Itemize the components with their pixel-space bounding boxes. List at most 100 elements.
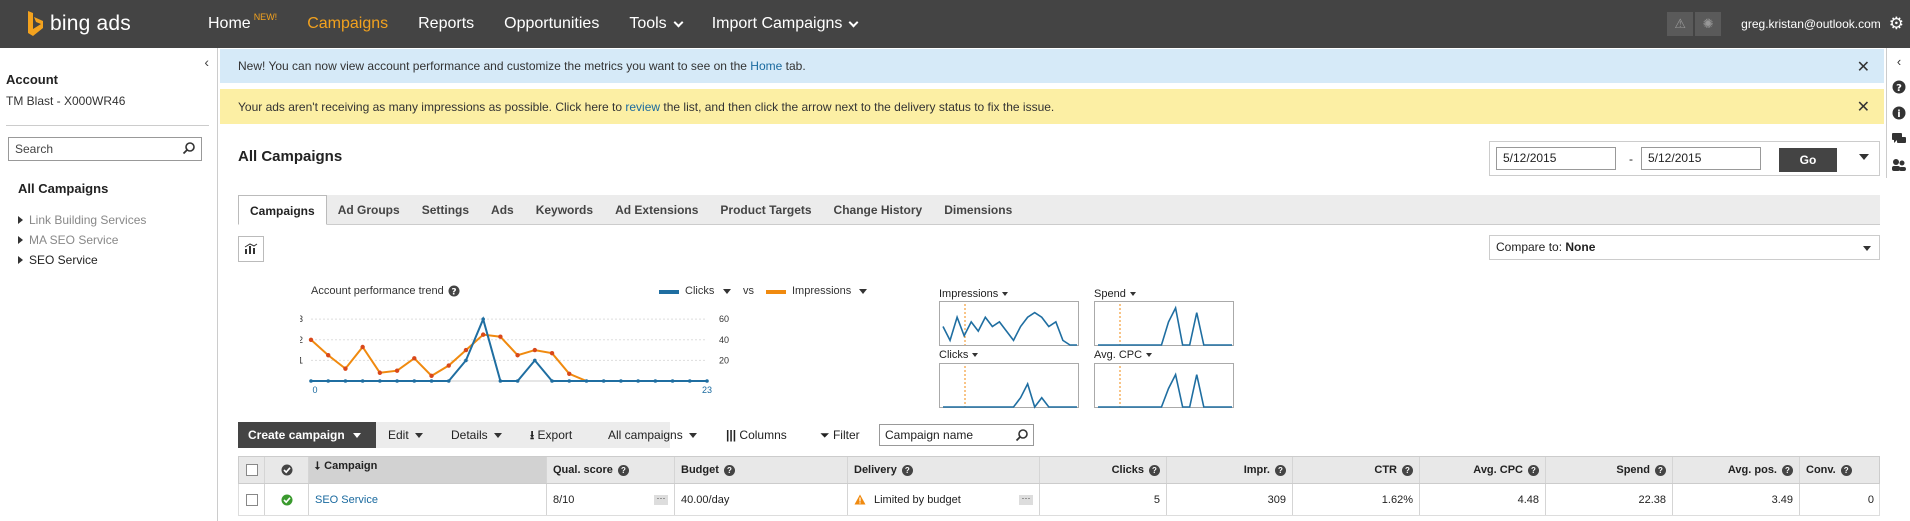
clicks-column-header[interactable]: Clicks? bbox=[1040, 457, 1167, 483]
account-name[interactable]: TM Blast - X000WR46 bbox=[6, 94, 125, 108]
help-icon[interactable]: ? bbox=[1275, 464, 1286, 476]
help-icon[interactable]: ? bbox=[1402, 464, 1413, 476]
spark-avg-cpc-label[interactable]: Avg. CPC bbox=[1094, 349, 1153, 361]
review-link[interactable]: review bbox=[625, 100, 660, 114]
delivery-column-header[interactable]: Delivery? bbox=[848, 457, 1040, 483]
row-checkbox-cell[interactable] bbox=[239, 484, 265, 515]
tab-settings[interactable]: Settings bbox=[411, 195, 480, 225]
tab-campaigns[interactable]: Campaigns bbox=[238, 195, 327, 225]
more-options-icon[interactable]: ··· bbox=[1019, 493, 1033, 505]
help-icon[interactable]: ? bbox=[448, 285, 460, 297]
nav-home[interactable]: Home NEW! bbox=[208, 12, 277, 33]
nav-opportunities[interactable]: Opportunities bbox=[504, 15, 599, 33]
tab-ad-extensions[interactable]: Ad Extensions bbox=[604, 195, 709, 225]
export-button[interactable]: ⭳ Export bbox=[530, 422, 572, 448]
gear-icon[interactable]: ⚙ bbox=[1889, 14, 1904, 34]
sidebar-search-input[interactable] bbox=[9, 138, 169, 160]
compare-to-dropdown[interactable]: Compare to: None bbox=[1489, 235, 1880, 260]
more-options-icon[interactable]: ··· bbox=[654, 493, 668, 505]
help-icon[interactable]: ? bbox=[1528, 464, 1539, 476]
collapse-sidebar-icon[interactable]: ‹ bbox=[204, 54, 209, 70]
conv-column-header[interactable]: Conv.? bbox=[1800, 457, 1880, 483]
ctr-column-header[interactable]: CTR? bbox=[1293, 457, 1420, 483]
nav-import-campaigns[interactable]: Import Campaigns bbox=[712, 15, 859, 33]
sidebar-item-seo-service[interactable]: SEO Service bbox=[18, 250, 146, 270]
alert-icon[interactable]: ⚠ bbox=[1667, 12, 1694, 36]
help-icon[interactable]: ? bbox=[1782, 464, 1793, 476]
nav-tools[interactable]: Tools bbox=[629, 15, 684, 33]
columns-button[interactable]: ||| Columns bbox=[726, 422, 787, 448]
help-icon[interactable]: ? bbox=[1655, 464, 1666, 476]
chevron-down-icon[interactable] bbox=[723, 289, 731, 294]
campaign-name-input[interactable] bbox=[880, 425, 1008, 445]
close-icon[interactable]: ✕ bbox=[1857, 97, 1870, 117]
nav-reports[interactable]: Reports bbox=[418, 15, 474, 33]
details-button[interactable]: Details bbox=[451, 422, 502, 448]
avg-pos-column-header[interactable]: Avg. pos.? bbox=[1673, 457, 1800, 483]
campaign-cell: SEO Service bbox=[309, 484, 547, 515]
spark-impressions-label[interactable]: Impressions bbox=[939, 288, 1009, 300]
spend-column-header[interactable]: Spend? bbox=[1546, 457, 1673, 483]
budget-column-header[interactable]: Budget? bbox=[675, 457, 848, 483]
tab-ad-groups[interactable]: Ad Groups bbox=[327, 195, 411, 225]
go-button[interactable]: Go bbox=[1779, 148, 1837, 172]
sidebar-item-link-building[interactable]: Link Building Services bbox=[18, 210, 146, 230]
collapse-right-icon[interactable]: ‹ bbox=[1887, 48, 1910, 74]
date-to-input[interactable]: 5/12/2015 bbox=[1641, 147, 1761, 170]
tab-keywords[interactable]: Keywords bbox=[525, 195, 604, 225]
tab-product-targets[interactable]: Product Targets bbox=[709, 195, 822, 225]
help-icon[interactable]: ? bbox=[1840, 464, 1852, 476]
status-column-header[interactable] bbox=[265, 457, 309, 483]
select-all-checkbox[interactable] bbox=[245, 464, 258, 476]
expand-arrow-icon[interactable] bbox=[18, 236, 23, 244]
help-icon[interactable]: ? bbox=[1887, 74, 1910, 100]
search-icon[interactable] bbox=[182, 141, 196, 155]
campaign-column-header[interactable]: ⭣ Campaign bbox=[309, 457, 547, 483]
help-icon[interactable]: ? bbox=[617, 464, 629, 476]
all-campaigns-filter-dropdown[interactable]: All campaigns bbox=[608, 422, 697, 448]
close-icon[interactable]: ✕ bbox=[1857, 57, 1870, 77]
expand-arrow-icon[interactable] bbox=[18, 256, 23, 264]
community-people-icon[interactable] bbox=[1887, 152, 1910, 178]
date-from-input[interactable]: 5/12/2015 bbox=[1496, 147, 1616, 170]
bing-ads-logo[interactable]: bing ads bbox=[26, 10, 178, 38]
info-icon[interactable]: i bbox=[1887, 100, 1910, 126]
feedback-chat-icon[interactable] bbox=[1887, 126, 1910, 152]
svg-text:?: ? bbox=[1896, 83, 1902, 94]
active-status-icon[interactable] bbox=[281, 494, 293, 506]
spark-clicks-label[interactable]: Clicks bbox=[939, 349, 979, 361]
chart-toggle-button[interactable] bbox=[238, 236, 264, 262]
nav-campaigns[interactable]: Campaigns bbox=[307, 15, 388, 33]
row-checkbox[interactable] bbox=[245, 493, 258, 506]
date-options-dropdown-icon[interactable] bbox=[1859, 154, 1869, 160]
tab-change-history[interactable]: Change History bbox=[823, 195, 934, 225]
help-icon[interactable]: ? bbox=[901, 464, 913, 476]
filter-icon: ⏷ bbox=[820, 428, 830, 442]
search-icon[interactable] bbox=[1015, 428, 1029, 442]
create-campaign-button[interactable]: Create campaign bbox=[238, 422, 376, 448]
campaign-link[interactable]: SEO Service bbox=[315, 494, 378, 506]
filter-button[interactable]: ⏷ Filter bbox=[820, 422, 860, 448]
clicks-legend-label[interactable]: Clicks bbox=[685, 285, 714, 297]
user-email[interactable]: greg.kristan@outlook.com bbox=[1741, 17, 1881, 31]
sidebar-item-ma-seo[interactable]: MA SEO Service bbox=[18, 230, 146, 250]
budget-cell[interactable]: 40.00/day bbox=[675, 484, 848, 515]
chevron-down-icon[interactable] bbox=[859, 289, 867, 294]
help-icon[interactable]: ? bbox=[1149, 464, 1160, 476]
home-tab-link[interactable]: Home bbox=[750, 59, 782, 73]
impressions-legend-label[interactable]: Impressions bbox=[792, 285, 851, 297]
lightbulb-icon[interactable]: ✺ bbox=[1695, 12, 1722, 36]
spark-spend-label[interactable]: Spend bbox=[1094, 288, 1136, 300]
delivery-status[interactable]: Limited by budget bbox=[874, 494, 961, 506]
tab-ads[interactable]: Ads bbox=[480, 195, 525, 225]
qual-score-column-header[interactable]: Qual. score? bbox=[547, 457, 675, 483]
tab-dimensions[interactable]: Dimensions bbox=[933, 195, 1023, 225]
edit-button[interactable]: Edit bbox=[388, 422, 423, 448]
avg-cpc-column-header[interactable]: Avg. CPC? bbox=[1420, 457, 1546, 483]
impr-column-header[interactable]: Impr.? bbox=[1167, 457, 1293, 483]
select-all-checkbox-cell[interactable] bbox=[239, 457, 265, 483]
delivery-cell: Limited by budget ··· bbox=[848, 484, 1040, 515]
expand-arrow-icon[interactable] bbox=[18, 216, 23, 224]
all-campaigns-link[interactable]: All Campaigns bbox=[18, 181, 108, 196]
help-icon[interactable]: ? bbox=[723, 464, 735, 476]
